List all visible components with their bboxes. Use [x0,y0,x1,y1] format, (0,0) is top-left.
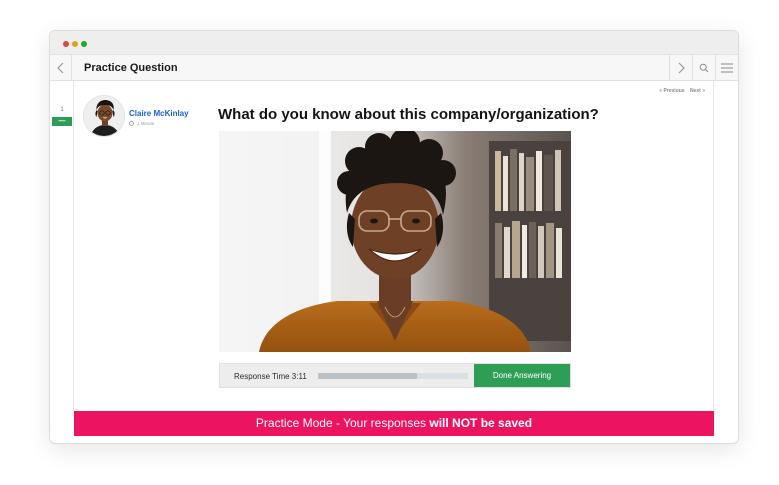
response-progress-fill [318,373,417,379]
response-controls: Response Time 3:11 Done Answering [219,363,571,388]
next-link[interactable]: Next » [690,88,705,94]
page-title: Practice Question [84,62,178,74]
browser-window: Practice Question 1 — « Previous Next » [49,30,739,444]
hamburger-menu-icon [721,63,733,73]
question-number[interactable]: 1 [50,107,74,113]
candidate-name[interactable]: Claire McKinlay [129,109,189,118]
practice-mode-banner: Practice Mode - Your responses will NOT … [74,411,714,436]
banner-prefix: Practice Mode - Your responses [255,416,430,430]
avatar [83,95,125,137]
top-navbar: Practice Question [50,55,738,81]
duration-text: 1 Minute [137,121,155,126]
chevron-right-icon [678,62,685,74]
question-status-indicator[interactable]: — [52,117,72,126]
back-button[interactable] [50,55,72,81]
content-area: 1 — « Previous Next » Claire McKinlay 1 … [50,81,738,443]
video-frame [219,131,571,352]
clock-icon [129,121,134,126]
question-rail: 1 — [50,81,74,411]
response-time-label: Response Time 3:11 [234,372,307,381]
candidate-duration: 1 Minute [129,121,154,126]
maximize-dot[interactable] [81,41,87,47]
window-titlebar [50,31,738,55]
done-answering-button[interactable]: Done Answering [474,364,570,387]
forward-button[interactable] [669,55,692,81]
chevron-left-icon [56,62,63,74]
response-progress-bar [318,373,468,379]
search-icon [699,63,709,73]
search-button[interactable] [692,55,715,81]
close-dot[interactable] [63,41,69,47]
banner-emphasis: will NOT be saved [429,416,533,430]
question-text: What do you know about this company/orga… [218,106,599,123]
video-player[interactable] [219,131,571,352]
pager: « Previous Next » [655,88,705,94]
minimize-dot[interactable] [72,41,78,47]
previous-link[interactable]: « Previous [659,88,684,94]
menu-button[interactable] [715,55,738,81]
question-panel: « Previous Next » Claire McKinlay 1 Minu… [74,81,714,411]
